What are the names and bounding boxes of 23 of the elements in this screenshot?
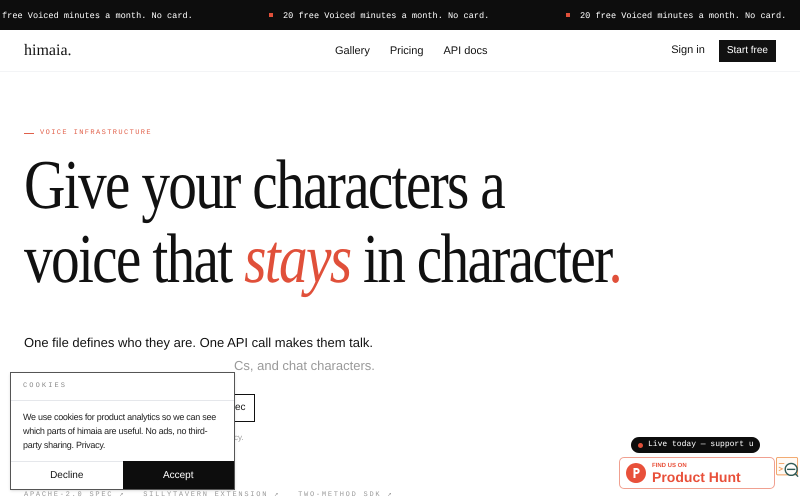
subtitle: Cs, and chat characters.: [234, 357, 376, 375]
nav-link[interactable]: Pricing: [390, 43, 424, 60]
product-hunt-logo-icon: [626, 463, 646, 483]
cookie-text: We use cookies for product analytics so we can see which parts of himaia are useful. No ads, no third-party sharing. Privacy.: [22, 410, 217, 452]
bullet-icon: [566, 13, 570, 17]
announcement-text: 20 free Voiced minutes a month. No card.: [580, 10, 786, 23]
live-text: Live today — support u: [648, 439, 754, 451]
nav-link[interactable]: Gallery: [335, 43, 370, 60]
headline: voice that stays in character.: [24, 222, 622, 296]
logo[interactable]: himaia.: [24, 38, 72, 62]
nav-link[interactable]: API docs: [443, 43, 488, 60]
bullet-icon: [269, 13, 273, 17]
badge-title: Product Hunt: [652, 470, 741, 484]
announcement-text: free Voiced minutes a month. No card.: [2, 10, 193, 23]
live-pill[interactable]: Live today — support u: [631, 437, 760, 453]
announcement-text: 20 free Voiced minutes a month. No card.: [283, 10, 490, 23]
subtitle: One file defines who they are. One API call makes them talk.: [24, 334, 374, 352]
accept-button[interactable]: Accept: [122, 461, 234, 489]
decline-button[interactable]: Decline: [11, 461, 122, 489]
image-search-icon[interactable]: [776, 457, 799, 479]
sign-in-link[interactable]: Sign in: [671, 42, 705, 59]
start-free-button[interactable]: Start free: [718, 40, 776, 62]
headline: Give your characters a: [24, 148, 506, 222]
